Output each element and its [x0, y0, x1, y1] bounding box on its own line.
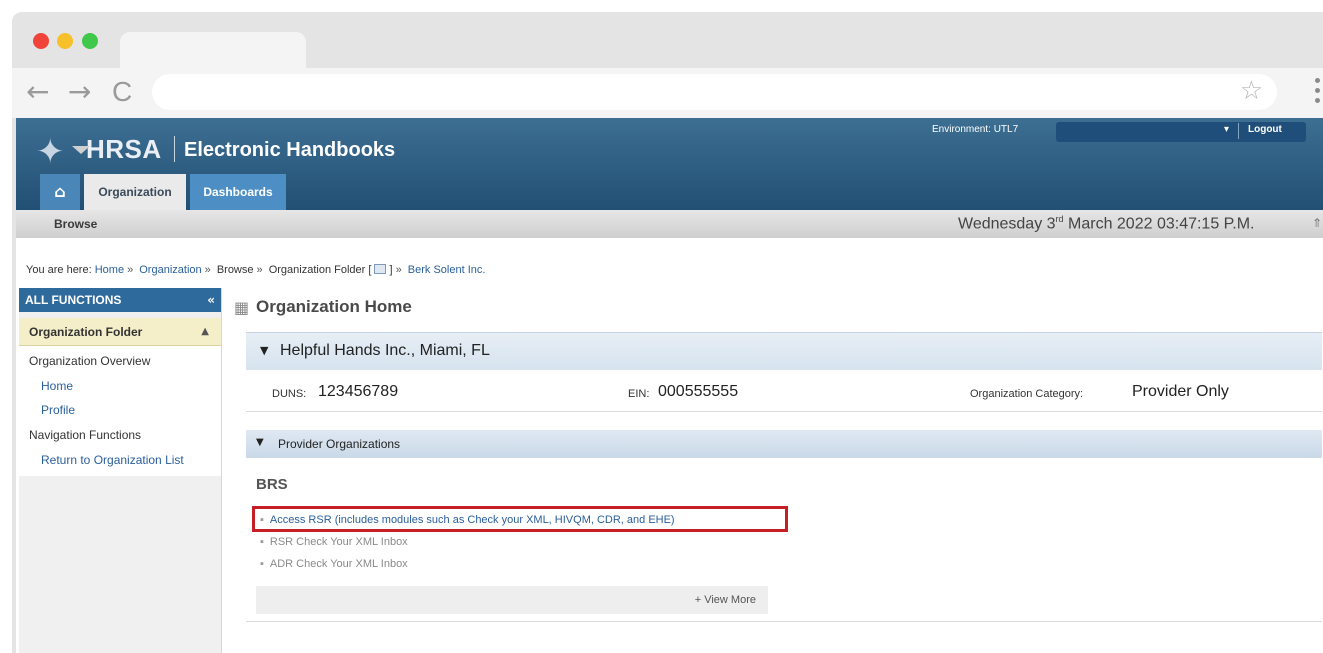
home-icon: ⌂ [54, 182, 66, 201]
duns-value: 123456789 [318, 383, 399, 400]
breadcrumb: You are here: Home» Organization» Browse… [26, 264, 486, 276]
collapse-panel-icon[interactable]: « [207, 288, 215, 312]
building-icon: ▦ [234, 298, 250, 317]
hhs-eagle-icon: ✦ [36, 132, 65, 172]
category-value: Provider Only [1132, 383, 1229, 400]
folder-icon[interactable] [374, 264, 387, 274]
collapse-header-icon[interactable]: ⇑ [1312, 216, 1322, 230]
sidebar-link-home[interactable]: Home [41, 379, 73, 393]
browser-titlebar [12, 12, 1323, 68]
browser-tab[interactable] [120, 32, 306, 68]
brs-heading: BRS [256, 476, 288, 493]
main-content: ▦ Organization Home ▼ Helpful Hands Inc.… [228, 288, 1323, 653]
app-header: ✦ HRSA Electronic Handbooks Environment:… [16, 118, 1323, 210]
browse-tab[interactable]: Browse [54, 217, 97, 231]
breadcrumb-organization[interactable]: Organization [139, 264, 201, 276]
ein-value: 000555555 [658, 383, 739, 400]
breadcrumb-folder: Organization Folder [ [268, 264, 372, 276]
forward-arrow-icon[interactable]: → [68, 76, 91, 108]
tab-dashboards[interactable]: Dashboards [190, 174, 286, 210]
current-datetime: Wednesday 3rd March 2022 03:47:15 P.M. [958, 214, 1255, 233]
divider [1238, 123, 1239, 139]
hrsa-logo: HRSA [86, 134, 162, 164]
back-arrow-icon[interactable]: ← [26, 76, 49, 108]
logo-divider [174, 136, 175, 162]
browse-pointer [72, 146, 90, 154]
collapse-caret-icon[interactable]: ▼ [260, 344, 268, 357]
organization-name: Helpful Hands Inc., Miami, FL [280, 342, 490, 359]
tab-home[interactable]: ⌂ [40, 174, 80, 210]
sidebar-link-return-to-list[interactable]: Return to Organization List [41, 453, 184, 467]
rsr-check-xml-inbox-link[interactable]: ▪ RSR Check Your XML Inbox [260, 536, 408, 548]
all-functions-header: ALL FUNCTIONS « [19, 288, 221, 312]
dropdown-caret-icon[interactable]: ▾ [1224, 124, 1229, 135]
breadcrumb-prefix: You are here: [26, 264, 92, 276]
organization-details: DUNS: 123456789 EIN: 000555555 Organizat… [246, 372, 1322, 412]
provider-organizations-body: BRS ▪ Access RSR (includes modules such a… [246, 458, 1322, 622]
provider-organizations-header[interactable]: ▼ Provider Organizations [246, 430, 1322, 458]
browser-window: ← → C ☆ ✦ HRSA Electronic Handbooks Envi… [12, 12, 1323, 653]
sidebar-section-organization-overview: Organization Overview [29, 354, 151, 368]
breadcrumb-org[interactable]: Berk Solent Inc. [408, 264, 486, 276]
provider-organizations-title: Provider Organizations [278, 437, 401, 451]
tab-organization[interactable]: Organization [84, 174, 186, 210]
organization-section-header[interactable]: ▼ Helpful Hands Inc., Miami, FL [246, 332, 1322, 370]
duns-label: DUNS: [272, 388, 307, 400]
organization-folder-header[interactable]: Organization Folder ▲ [19, 318, 221, 346]
caret-up-icon[interactable]: ▲ [201, 318, 209, 346]
reload-icon[interactable]: C [112, 76, 132, 108]
bookmark-star-icon[interactable]: ☆ [1240, 76, 1263, 106]
category-label: Organization Category: [970, 388, 1084, 400]
sidebar-menu: Organization Overview Home Profile Navig… [19, 346, 221, 476]
browser-toolbar: ← → C ☆ [12, 68, 1323, 118]
page-title: Organization Home [256, 297, 412, 316]
breadcrumb-browse: Browse [216, 264, 254, 276]
collapse-caret-icon[interactable]: ▼ [256, 437, 264, 448]
ein-label: EIN: [628, 388, 650, 400]
logout-link[interactable]: Logout [1248, 124, 1282, 135]
breadcrumb-home[interactable]: Home [95, 264, 124, 276]
view-more-link[interactable]: + View More [695, 594, 756, 606]
sidebar-link-profile[interactable]: Profile [41, 403, 75, 417]
adr-check-xml-inbox-link[interactable]: ▪ ADR Check Your XML Inbox [260, 558, 408, 570]
maximize-window-button[interactable] [82, 33, 98, 49]
left-panel: ALL FUNCTIONS « Organization Folder ▲ Or… [19, 288, 222, 653]
browser-menu-icon[interactable] [1315, 78, 1321, 108]
minimize-window-button[interactable] [57, 33, 73, 49]
app-title: Electronic Handbooks [184, 139, 396, 161]
close-window-button[interactable] [33, 33, 49, 49]
page: ✦ HRSA Electronic Handbooks Environment:… [16, 118, 1323, 653]
access-rsr-link[interactable]: ▪ Access RSR (includes modules such as Ch… [260, 514, 675, 526]
sub-navigation: Browse Wednesday 3rd March 2022 03:47:15… [16, 210, 1323, 238]
sidebar-section-navigation-functions: Navigation Functions [29, 428, 142, 442]
address-bar[interactable]: ☆ [152, 74, 1277, 110]
view-more-bar: + View More [256, 586, 768, 614]
environment-label: Environment: UTL7 [932, 124, 1019, 135]
breadcrumb-folder-close: ] [389, 264, 393, 276]
